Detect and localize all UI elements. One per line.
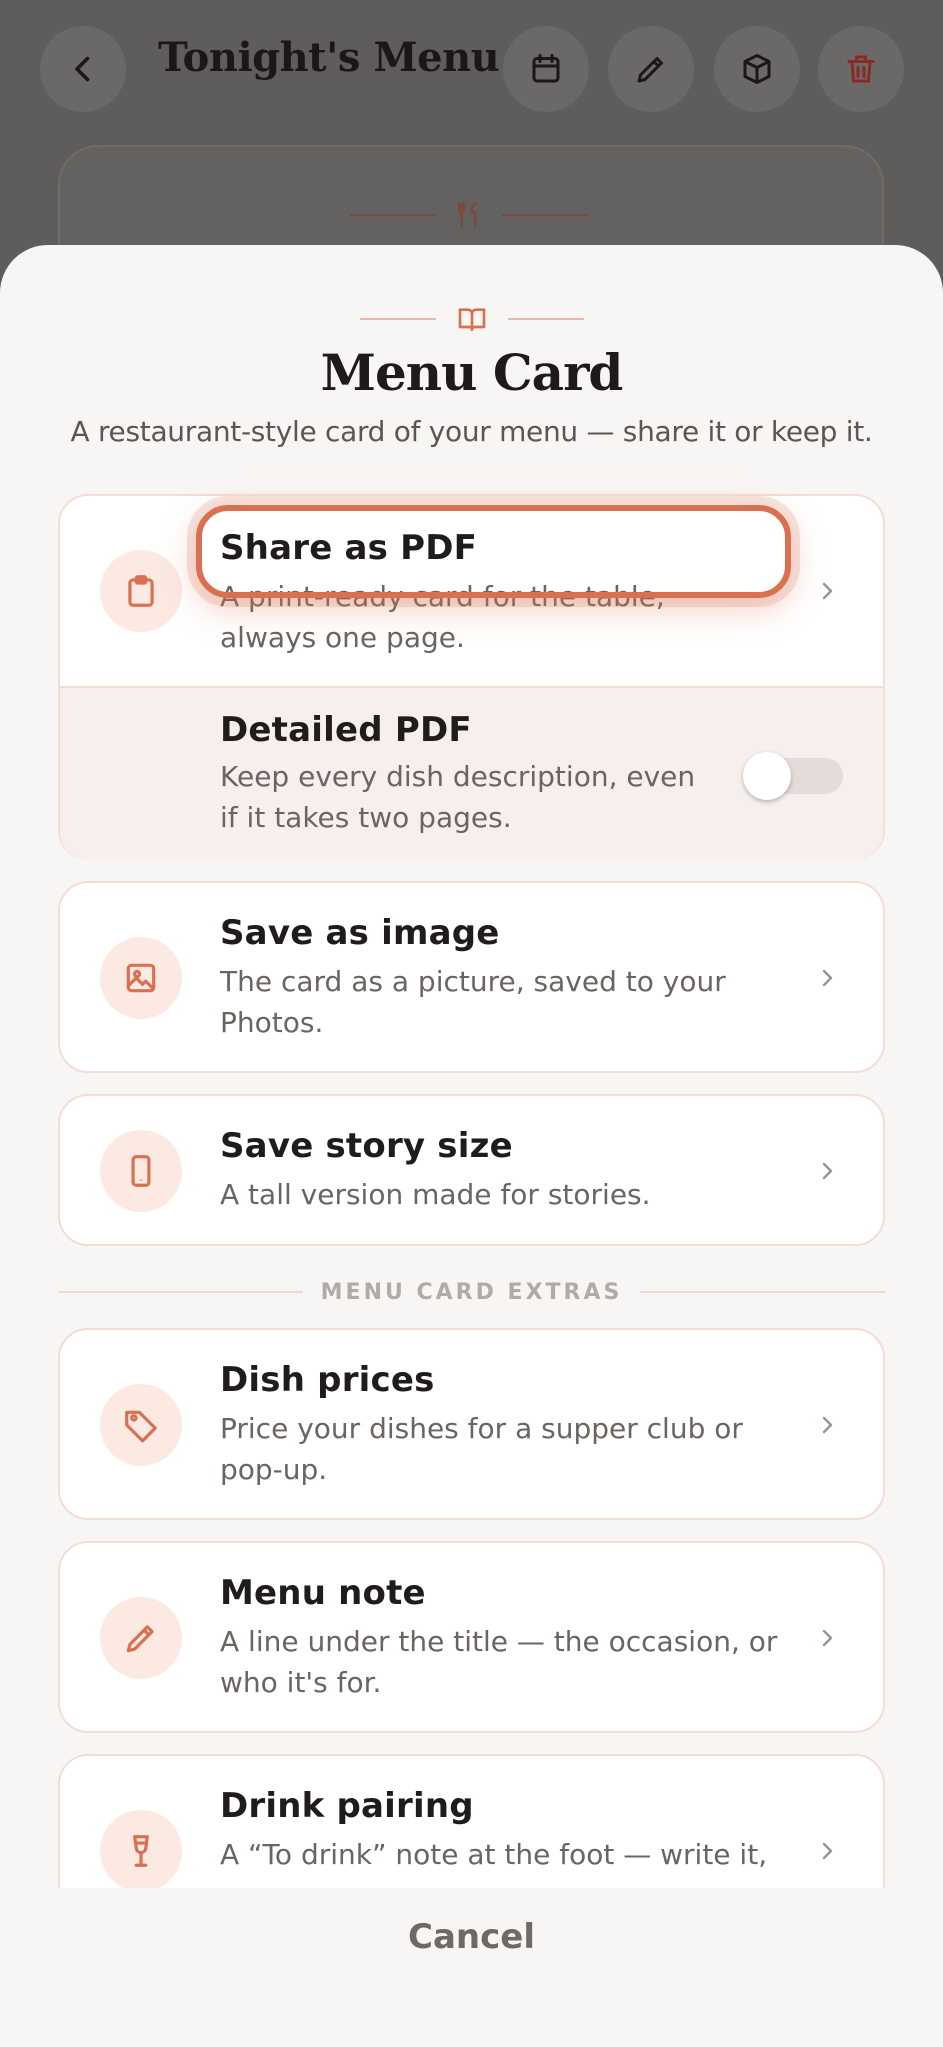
sheet-subtitle: A restaurant-style card of your menu — s…	[70, 415, 873, 448]
chevron-right-icon	[822, 1842, 833, 1860]
delete-button[interactable]	[818, 26, 904, 112]
calendar-icon	[532, 54, 560, 83]
drink-pairing-icon-badge	[100, 1810, 182, 1888]
background-title: Tonight's Menu	[158, 34, 500, 81]
toggle-knob	[743, 752, 791, 800]
image-icon	[126, 963, 156, 993]
detailed-pdf-title: Detailed PDF	[220, 710, 472, 750]
dish-prices-description: Price your dishes for a supper club or p…	[220, 1412, 743, 1486]
save-image-title: Save as image	[220, 913, 500, 953]
sheet-title: Menu Card	[320, 343, 624, 402]
detailed-pdf-row: Detailed PDF Keep every dish description…	[60, 686, 883, 860]
sheet-ornament	[0, 303, 943, 335]
back-button[interactable]	[40, 26, 126, 112]
menu-note-description: A line under the title — the occasion, o…	[220, 1625, 778, 1699]
wine-glass-icon	[133, 1835, 149, 1867]
chevron-right-icon	[822, 1416, 833, 1434]
back-icon	[75, 56, 90, 82]
save-image-description: The card as a picture, saved to your Pho…	[220, 965, 726, 1039]
background-ornament	[350, 200, 588, 230]
drink-pairing-card[interactable]: Drink pairing A “To drink” note at the f…	[58, 1754, 885, 1888]
dish-prices-title: Dish prices	[220, 1360, 435, 1400]
cancel-button[interactable]: Cancel	[0, 1917, 943, 1957]
detailed-pdf-description: Keep every dish description, even if it …	[220, 760, 696, 834]
save-story-card[interactable]: Save story size A tall version made for …	[58, 1094, 885, 1246]
pencil-icon	[126, 1625, 154, 1653]
sheet-scroll-area[interactable]: Menu Card A restaurant-style card of you…	[0, 245, 943, 1888]
clipboard-icon	[128, 575, 154, 607]
share-pdf-description: A print-ready card for the table, always…	[220, 580, 665, 654]
chevron-right-icon	[822, 1162, 833, 1180]
save-story-title: Save story size	[220, 1126, 513, 1166]
extras-section-header: MENU CARD EXTRAS	[58, 1277, 886, 1307]
trash-icon	[847, 55, 875, 83]
menu-note-card[interactable]: Menu note A line under the title — the o…	[58, 1541, 885, 1733]
share-pdf-title: Share as PDF	[220, 528, 478, 568]
chevron-right-icon	[822, 969, 833, 987]
phone-icon	[131, 1155, 151, 1187]
dish-prices-icon-badge	[100, 1384, 182, 1466]
box-icon	[743, 54, 771, 84]
chevron-right-icon	[822, 1629, 833, 1647]
extras-section-label: MENU CARD EXTRAS	[320, 1279, 623, 1305]
save-story-description: A tall version made for stories.	[220, 1178, 651, 1211]
tag-icon	[125, 1410, 157, 1443]
open-book-icon	[458, 308, 485, 331]
save-image-icon-badge	[100, 937, 182, 1019]
calendar-button[interactable]	[503, 26, 589, 112]
menu-card-sheet: Menu Card A restaurant-style card of you…	[0, 245, 943, 2047]
pdf-options-card: Share as PDF A print-ready card for the …	[58, 494, 885, 860]
menu-note-title: Menu note	[220, 1573, 426, 1613]
save-story-icon-badge	[100, 1130, 182, 1212]
cutlery-icon	[457, 202, 477, 228]
share-pdf-row[interactable]: Share as PDF A print-ready card for the …	[60, 496, 883, 686]
drink-pairing-title: Drink pairing	[220, 1786, 474, 1826]
detailed-pdf-toggle[interactable]	[743, 752, 843, 800]
menu-note-icon-badge	[100, 1597, 182, 1679]
dish-prices-card[interactable]: Dish prices Price your dishes for a supp…	[58, 1328, 885, 1520]
pencil-icon	[637, 57, 663, 83]
edit-button[interactable]	[608, 26, 694, 112]
save-image-card[interactable]: Save as image The card as a picture, sav…	[58, 881, 885, 1073]
drink-pairing-description: A “To drink” note at the foot — write it…	[220, 1838, 768, 1871]
chevron-right-icon	[822, 582, 833, 600]
box-button[interactable]	[714, 26, 800, 112]
share-pdf-icon-badge	[100, 550, 182, 632]
